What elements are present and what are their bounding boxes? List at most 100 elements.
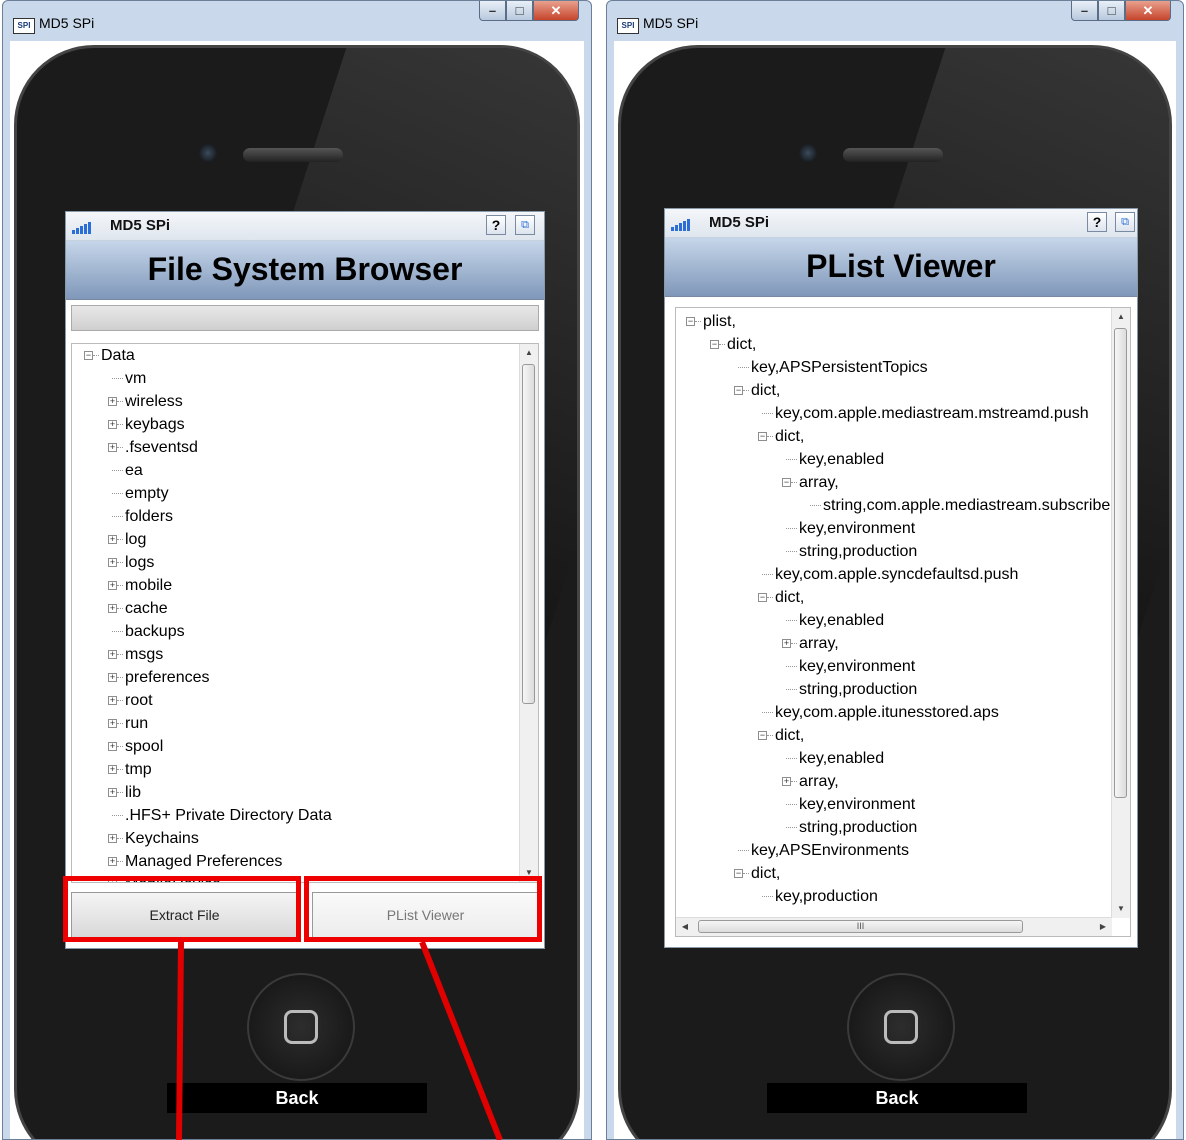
vertical-scrollbar[interactable]: ▲ ▼ — [519, 344, 538, 882]
tree-node[interactable]: empty — [72, 482, 520, 505]
tree-node[interactable]: + spool — [72, 735, 520, 758]
scroll-thumb[interactable] — [1114, 328, 1127, 798]
tree-node[interactable]: string,production — [676, 816, 1112, 839]
window-titlebar[interactable]: SPI MD5 SPi – □ ✕ — [607, 1, 1183, 41]
tree-node[interactable]: key,environment — [676, 655, 1112, 678]
tree-node[interactable]: key,production — [676, 885, 1112, 908]
collapse-icon[interactable]: − — [84, 351, 93, 360]
tree-node[interactable]: key,com.apple.itunesstored.aps — [676, 701, 1112, 724]
expand-icon[interactable]: + — [108, 650, 117, 659]
tree-node[interactable]: + array, — [676, 770, 1112, 793]
expand-icon[interactable]: + — [108, 420, 117, 429]
expand-icon[interactable]: + — [782, 777, 791, 786]
maximize-button[interactable]: □ — [506, 1, 533, 21]
home-button[interactable] — [247, 973, 355, 1081]
scroll-left-arrow-icon[interactable]: ◀ — [676, 918, 694, 936]
tree-node[interactable]: − plist, — [676, 310, 1112, 333]
popout-button[interactable]: ⧉ — [1115, 212, 1135, 232]
tree-node[interactable]: key,environment — [676, 793, 1112, 816]
tree-node[interactable]: key,APSEnvironments — [676, 839, 1112, 862]
tree-node[interactable]: key,APSPersistentTopics — [676, 356, 1112, 379]
tree-node[interactable]: key,environment — [676, 517, 1112, 540]
expand-icon[interactable]: + — [108, 535, 117, 544]
tree-node[interactable]: + root — [72, 689, 520, 712]
tree-node[interactable]: + cache — [72, 597, 520, 620]
expand-icon[interactable]: + — [782, 639, 791, 648]
expand-icon[interactable]: + — [108, 788, 117, 797]
tree-node[interactable]: + keybags — [72, 413, 520, 436]
tree-node[interactable]: + preferences — [72, 666, 520, 689]
expand-icon[interactable]: + — [108, 719, 117, 728]
tree-node[interactable]: + Managed Preferences — [72, 850, 520, 873]
expand-icon[interactable]: + — [108, 558, 117, 567]
scroll-down-arrow-icon[interactable]: ▼ — [520, 864, 538, 882]
tree-node[interactable]: + array, — [676, 632, 1112, 655]
collapse-icon[interactable]: − — [758, 432, 767, 441]
extract-file-button[interactable]: Extract File — [71, 892, 298, 938]
scroll-up-arrow-icon[interactable]: ▲ — [520, 344, 538, 362]
tree-node[interactable]: + run — [72, 712, 520, 735]
tree-node[interactable]: backups — [72, 620, 520, 643]
tree-node[interactable]: key,com.apple.syncdefaultsd.push — [676, 563, 1112, 586]
vertical-scrollbar[interactable]: ▲ ▼ — [1111, 308, 1130, 918]
tree-node[interactable]: + wireless — [72, 390, 520, 413]
collapse-icon[interactable]: − — [758, 593, 767, 602]
maximize-button[interactable]: □ — [1098, 1, 1125, 21]
expand-icon[interactable]: + — [108, 765, 117, 774]
tree-node[interactable]: + MobileDevice — [72, 873, 520, 882]
minimize-button[interactable]: – — [479, 1, 506, 21]
collapse-icon[interactable]: − — [782, 478, 791, 487]
tree-node[interactable]: + lib — [72, 781, 520, 804]
home-button[interactable] — [847, 973, 955, 1081]
collapse-icon[interactable]: − — [734, 869, 743, 878]
tree-node[interactable]: + logs — [72, 551, 520, 574]
tree-node[interactable]: + tmp — [72, 758, 520, 781]
help-button[interactable]: ? — [486, 215, 506, 235]
plist-tree[interactable]: − plist, − dict, key,APSPersistentTopics − dic… — [675, 307, 1131, 937]
close-button[interactable]: ✕ — [533, 1, 579, 21]
tree-node[interactable]: .HFS+ Private Directory Data — [72, 804, 520, 827]
tree-node[interactable]: key,enabled — [676, 609, 1112, 632]
tree-node[interactable]: + mobile — [72, 574, 520, 597]
tree-node[interactable]: + Keychains — [72, 827, 520, 850]
horizontal-scrollbar[interactable]: ◀ III ▶ — [676, 917, 1112, 936]
tree-node[interactable]: + .fseventsd — [72, 436, 520, 459]
tree-node[interactable]: − dict, — [676, 724, 1112, 747]
collapse-icon[interactable]: − — [686, 317, 695, 326]
scroll-up-arrow-icon[interactable]: ▲ — [1112, 308, 1130, 326]
collapse-icon[interactable]: − — [758, 731, 767, 740]
tree-node[interactable]: − array, — [676, 471, 1112, 494]
tree-node[interactable]: ea — [72, 459, 520, 482]
hscroll-thumb[interactable]: III — [698, 920, 1023, 933]
window-titlebar[interactable]: SPI MD5 SPi – □ ✕ — [3, 1, 591, 41]
scroll-right-arrow-icon[interactable]: ▶ — [1094, 918, 1112, 936]
expand-icon[interactable]: + — [108, 834, 117, 843]
tree-node[interactable]: − Data — [72, 344, 520, 367]
tree-node[interactable]: − dict, — [676, 333, 1112, 356]
tree-node[interactable]: + msgs — [72, 643, 520, 666]
tree-node[interactable]: string,production — [676, 540, 1112, 563]
popout-button[interactable]: ⧉ — [515, 215, 535, 235]
tree-node[interactable]: folders — [72, 505, 520, 528]
scroll-thumb[interactable] — [522, 364, 535, 704]
expand-icon[interactable]: + — [108, 696, 117, 705]
minimize-button[interactable]: – — [1071, 1, 1098, 21]
tree-node[interactable]: + log — [72, 528, 520, 551]
scroll-down-arrow-icon[interactable]: ▼ — [1112, 900, 1130, 918]
expand-icon[interactable]: + — [108, 673, 117, 682]
tree-node[interactable]: key,com.apple.mediastream.mstreamd.push — [676, 402, 1112, 425]
back-button[interactable]: Back — [767, 1083, 1027, 1113]
expand-icon[interactable]: + — [108, 857, 117, 866]
tree-node[interactable]: − dict, — [676, 862, 1112, 885]
expand-icon[interactable]: + — [108, 742, 117, 751]
expand-icon[interactable]: + — [108, 880, 117, 882]
plist-viewer-button[interactable]: PList Viewer — [312, 892, 539, 938]
tree-node[interactable]: string,com.apple.mediastream.subscriber — [676, 494, 1112, 517]
collapse-icon[interactable]: − — [710, 340, 719, 349]
close-button[interactable]: ✕ — [1125, 1, 1171, 21]
tree-node[interactable]: key,enabled — [676, 747, 1112, 770]
tree-node[interactable]: − dict, — [676, 379, 1112, 402]
help-button[interactable]: ? — [1087, 212, 1107, 232]
expand-icon[interactable]: + — [108, 443, 117, 452]
path-field[interactable] — [71, 305, 539, 331]
